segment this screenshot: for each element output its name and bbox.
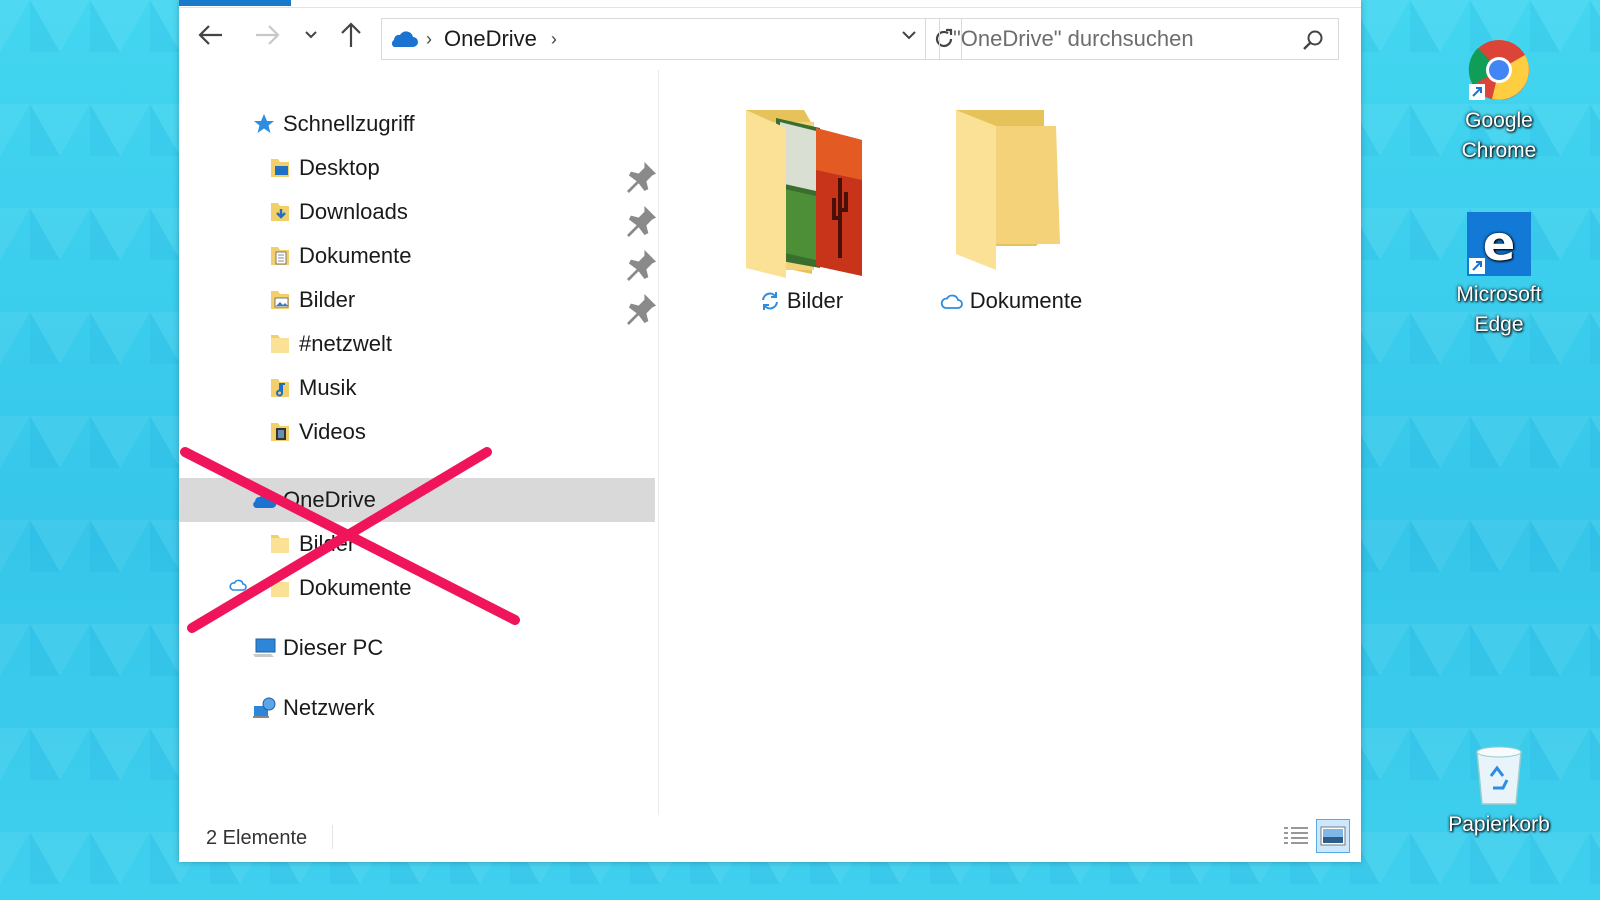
chevron-right-icon[interactable]: ›	[426, 29, 432, 50]
details-view-button[interactable]	[1279, 819, 1313, 853]
computer-icon	[253, 638, 276, 657]
network-icon	[253, 697, 276, 718]
tree-item-label: Downloads	[299, 199, 408, 224]
ribbon-strip	[179, 0, 1361, 8]
chevron-down-icon	[902, 31, 916, 40]
navigation-bar: › OneDrive › "OneDrive" durchsuchen	[179, 14, 1361, 64]
folder-tile-label: Bilder	[786, 288, 844, 313]
back-button[interactable]	[193, 20, 229, 50]
status-bar: 2 Elemente	[179, 815, 1361, 859]
tree-item-downloads[interactable]: Downloads	[267, 190, 408, 234]
folder-tile-label-row: Dokumente	[911, 288, 1111, 314]
arrow-up-icon	[341, 22, 361, 47]
recycle-bin-icon	[1476, 746, 1522, 805]
desktop-folder-icon	[271, 159, 289, 177]
tree-item-label: Videos	[299, 419, 366, 444]
pin-icon[interactable]	[627, 292, 658, 327]
pin-icon[interactable]	[627, 160, 658, 195]
tree-item-documents[interactable]: Dokumente	[267, 234, 412, 278]
tree-item-desktop[interactable]: Desktop	[267, 146, 380, 190]
large-icons-view-icon	[1320, 826, 1346, 846]
desktop-icon-label: Papierkorb	[1448, 813, 1550, 836]
desktop-icon-label: Edge	[1474, 313, 1524, 336]
tree-item-onedrive[interactable]: OneDrive	[251, 478, 376, 522]
tree-item-this-pc[interactable]: Dieser PC	[251, 626, 383, 670]
tree-item-label: Musik	[299, 375, 357, 400]
item-count: 2 Elemente	[206, 827, 308, 849]
address-dropdown-button[interactable]	[901, 28, 917, 46]
music-folder-icon	[271, 379, 289, 397]
desktop-icon-label: Google	[1465, 109, 1533, 132]
tree-item-onedrive-documents[interactable]: Dokumente	[267, 566, 412, 610]
ribbon-file-tab[interactable]	[179, 0, 291, 6]
desktop-icon-recycle-bin[interactable]: Papierkorb	[1429, 742, 1569, 840]
tree-item-label: Dokumente	[299, 575, 412, 600]
arrow-right-icon	[256, 25, 280, 45]
folder-icon	[271, 535, 289, 553]
videos-folder-icon	[271, 423, 289, 441]
tree-item-label: Dieser PC	[283, 635, 384, 660]
arrow-left-icon	[198, 25, 222, 45]
tree-item-netzwelt[interactable]: #netzwelt	[267, 322, 392, 366]
breadcrumb-onedrive[interactable]: OneDrive	[444, 26, 537, 52]
desktop-icon-edge[interactable]: e Microsoft Edge	[1429, 212, 1569, 340]
pictures-folder-icon	[271, 291, 289, 309]
pin-icon[interactable]	[627, 248, 658, 283]
tree-item-music[interactable]: Musik	[267, 366, 356, 410]
tree-item-quick-access[interactable]: Schnellzugriff	[251, 102, 415, 146]
recent-locations-button[interactable]	[301, 20, 321, 50]
cloud-icon	[940, 294, 963, 309]
details-view-icon	[1284, 827, 1308, 844]
cloud-status-icon	[229, 579, 247, 591]
documents-large-folder-icon	[956, 110, 1060, 270]
tree-item-label: OneDrive	[283, 487, 376, 512]
downloads-folder-icon	[271, 203, 289, 221]
desktop-icon-label: Microsoft	[1456, 283, 1542, 306]
status-divider	[332, 825, 333, 849]
search-icon[interactable]	[1302, 29, 1324, 51]
navigation-pane: Schnellzugriff Desktop Downloads Dokumen…	[179, 70, 659, 815]
sync-icon	[761, 292, 778, 310]
tree-item-onedrive-pictures[interactable]: Bilder	[267, 522, 355, 566]
desktop-icon-label: Chrome	[1461, 139, 1537, 162]
search-placeholder: "OneDrive" durchsuchen	[953, 26, 1194, 51]
folder-icon	[271, 579, 289, 597]
chrome-icon	[1468, 40, 1529, 100]
tree-item-label: #netzwelt	[299, 331, 392, 356]
folder-tile-label-row: Bilder	[701, 288, 901, 314]
folder-tile-pictures[interactable]: Bilder	[701, 108, 901, 314]
tree-item-label: Dokumente	[299, 243, 412, 268]
chevron-right-icon[interactable]: ›	[551, 29, 557, 50]
tree-item-videos[interactable]: Videos	[267, 410, 366, 454]
folder-icon	[271, 335, 289, 353]
svg-text:e: e	[1483, 216, 1516, 272]
onedrive-cloud-icon	[253, 493, 277, 508]
chevron-down-icon	[305, 31, 317, 39]
tree-item-label: Schnellzugriff	[283, 111, 415, 136]
pictures-large-folder-icon	[746, 110, 862, 278]
tree-item-pictures[interactable]: Bilder	[267, 278, 355, 322]
edge-icon: e	[1467, 212, 1531, 276]
onedrive-cloud-icon	[391, 31, 418, 47]
search-box[interactable]: "OneDrive" durchsuchen	[939, 18, 1339, 60]
tree-item-label: Netzwerk	[283, 695, 375, 720]
file-explorer-window: › OneDrive › "OneDrive" durchsuchen Schn…	[179, 0, 1361, 862]
tree-item-network[interactable]: Netzwerk	[251, 686, 375, 730]
address-bar[interactable]: › OneDrive ›	[381, 18, 926, 60]
folder-tile-documents[interactable]: Dokumente	[911, 108, 1111, 314]
forward-button[interactable]	[249, 20, 285, 50]
tree-item-label: Bilder	[299, 531, 356, 556]
up-button[interactable]	[333, 20, 369, 50]
star-icon	[254, 114, 274, 133]
desktop-icon-chrome[interactable]: Google Chrome	[1429, 38, 1569, 166]
pin-icon[interactable]	[627, 204, 658, 239]
documents-folder-icon	[271, 247, 289, 265]
large-icons-view-button[interactable]	[1316, 819, 1350, 853]
tree-item-label: Desktop	[299, 155, 380, 180]
tree-item-label: Bilder	[299, 287, 356, 312]
folder-tile-label: Dokumente	[969, 288, 1083, 313]
